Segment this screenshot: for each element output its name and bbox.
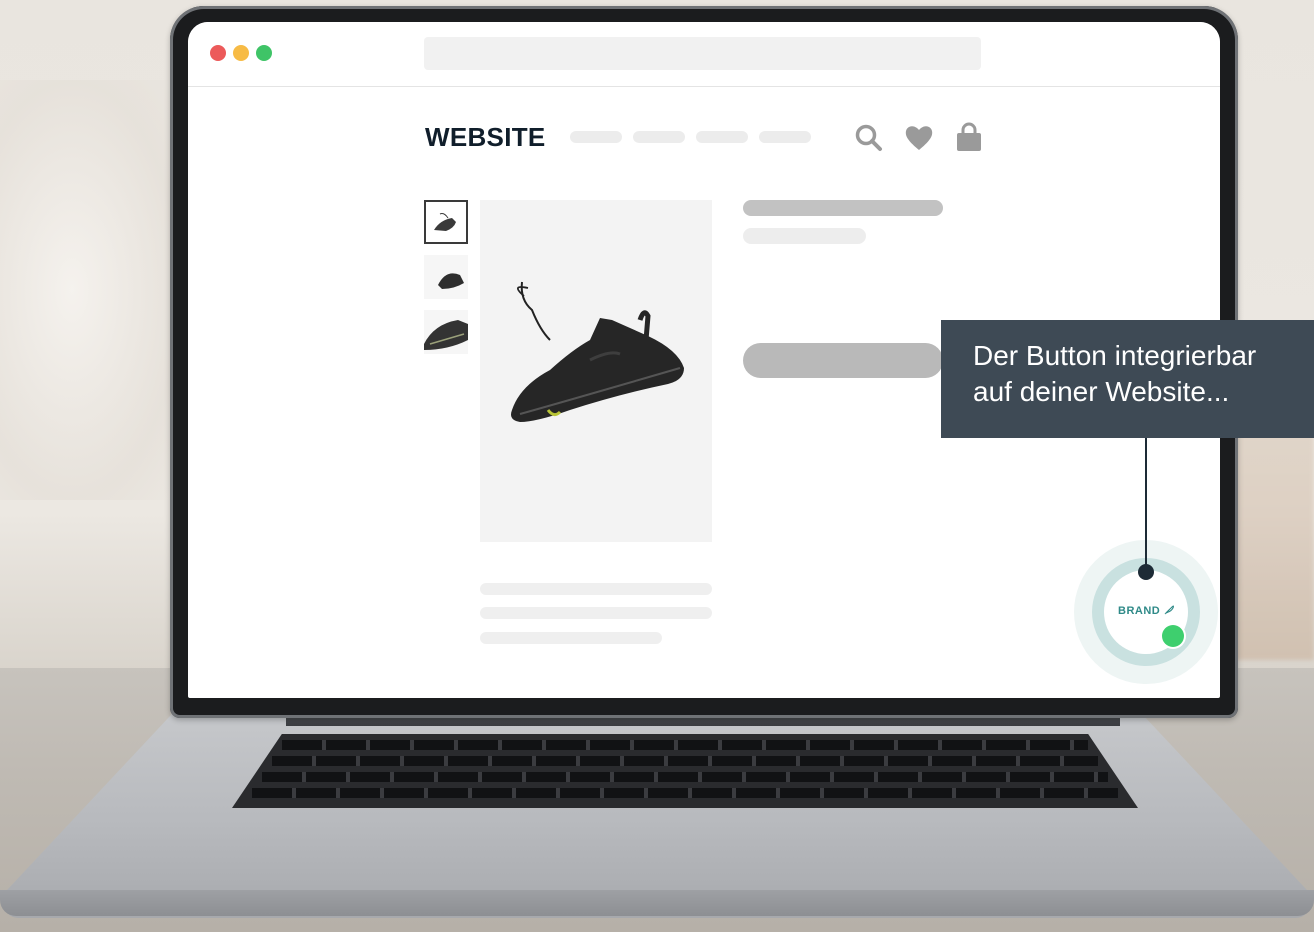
nav-item-placeholder[interactable] — [570, 131, 622, 143]
product-thumbnail[interactable] — [424, 310, 468, 354]
product-title-placeholder — [743, 200, 943, 216]
window-maximize-button[interactable] — [256, 45, 272, 61]
background-wall-left — [0, 80, 180, 500]
nav-item-placeholder[interactable] — [759, 131, 811, 143]
feather-icon — [1164, 605, 1174, 615]
browser-chrome — [188, 22, 1220, 87]
description-line-placeholder — [480, 583, 712, 595]
description-line-placeholder — [480, 607, 712, 619]
brand-label: BRAND — [1118, 605, 1161, 617]
product-thumbnail[interactable] — [424, 255, 468, 299]
add-to-cart-button-placeholder[interactable] — [743, 343, 943, 378]
nav-item-placeholder[interactable] — [633, 131, 685, 143]
laptop-base-front — [0, 890, 1314, 916]
window-minimize-button[interactable] — [233, 45, 249, 61]
tooltip-line-2: auf deiner Website... — [973, 376, 1230, 407]
product-main-image[interactable] — [480, 200, 712, 542]
status-indicator — [1162, 625, 1184, 647]
shoe-image — [511, 281, 684, 422]
window-close-button[interactable] — [210, 45, 226, 61]
shoe-icon — [424, 320, 468, 350]
brand-widget-label: BRAND — [1118, 604, 1175, 617]
laptop-keyboard — [232, 734, 1138, 808]
shopping-bag-icon[interactable] — [954, 122, 984, 154]
shoe-icon — [434, 213, 456, 231]
tooltip-line-1: Der Button integrierbar — [973, 340, 1257, 371]
site-logo[interactable]: WEBSITE — [425, 122, 546, 153]
tooltip-connector-line — [1145, 434, 1147, 570]
product-thumbnail[interactable] — [424, 200, 468, 244]
tooltip-connector-dot — [1138, 564, 1154, 580]
address-bar[interactable] — [424, 37, 981, 70]
heart-icon[interactable] — [904, 122, 934, 154]
feature-tooltip: Der Button integrierbar auf deiner Websi… — [941, 320, 1314, 438]
shoe-icon — [438, 273, 464, 289]
search-icon[interactable] — [854, 122, 884, 154]
description-line-placeholder — [480, 632, 662, 644]
product-subtitle-placeholder — [743, 228, 866, 244]
nav-item-placeholder[interactable] — [696, 131, 748, 143]
